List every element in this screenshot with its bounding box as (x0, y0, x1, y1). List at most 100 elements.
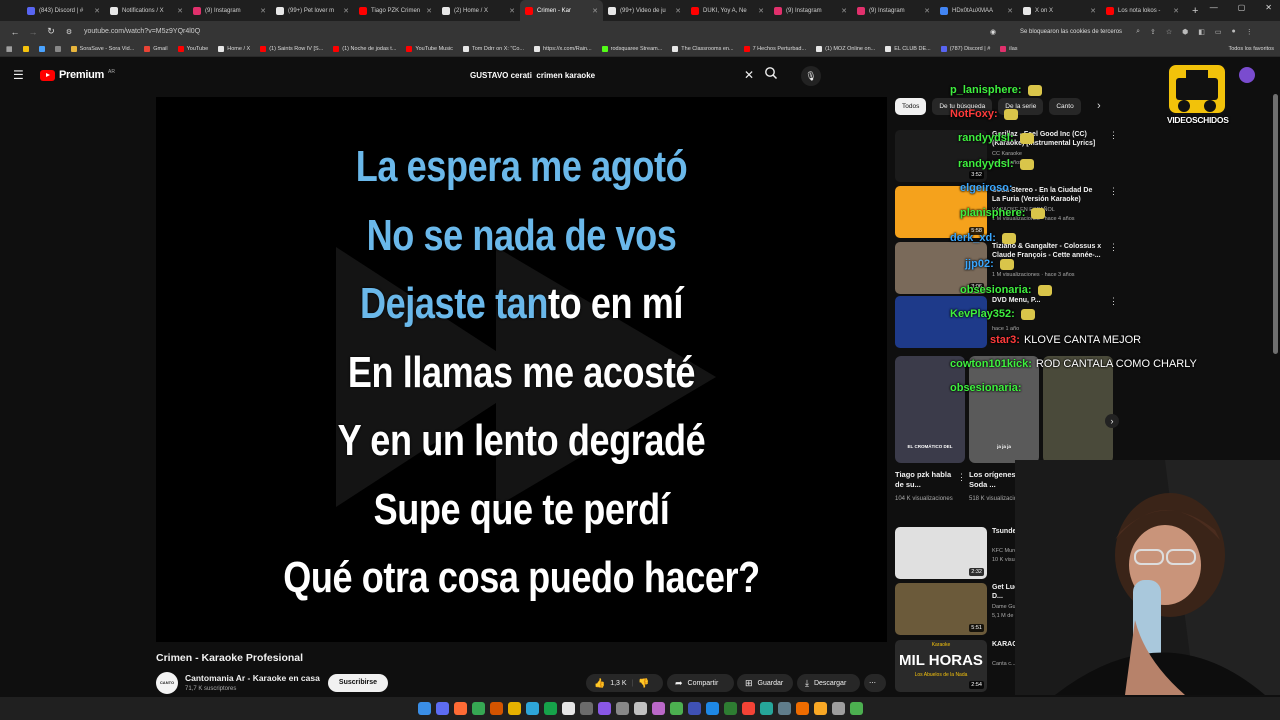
save-button[interactable]: ⊞ Guardar (737, 674, 793, 692)
site-info-icon[interactable]: ⚙ (60, 28, 78, 36)
taskbar-app-icon[interactable] (417, 702, 431, 715)
filter-chip[interactable]: Canto (1049, 98, 1081, 115)
taskbar-app-icon[interactable] (651, 702, 665, 715)
video-thumbnail[interactable]: 2:32 (895, 527, 987, 579)
like-icon[interactable]: 👍 (594, 678, 605, 689)
bookmark-item[interactable]: Gmail (144, 46, 168, 52)
bookmark-item[interactable]: Home / X (218, 46, 250, 52)
more-actions-icon[interactable]: ⋯ (864, 674, 886, 692)
bookmark-icon[interactable] (38, 46, 45, 52)
taskbar-app-icon[interactable] (543, 702, 557, 715)
bookmark-item[interactable]: (1) MOZ Online on... (816, 46, 875, 52)
video-player[interactable]: La espera me agotó No se nada de vos Dejas… (156, 97, 887, 642)
taskbar-app-icon[interactable] (795, 702, 809, 715)
apps-icon[interactable]: ▦ (6, 45, 13, 53)
profile-icon[interactable]: ● (1232, 28, 1236, 36)
browser-tab[interactable]: Notifications / X ✕ (105, 0, 188, 21)
channel-name[interactable]: Cantomania Ar - Karaoke en casa (185, 673, 320, 683)
taskbar-app-icon[interactable] (489, 702, 503, 715)
download-button[interactable]: ⤓ Descargar (797, 674, 860, 692)
bookmark-item[interactable]: 7 Hechos Perturbad... (743, 46, 806, 52)
more-options-icon[interactable]: ⋮ (1109, 296, 1118, 307)
taskbar-app-icon[interactable] (453, 702, 467, 715)
tab-close-icon[interactable]: ✕ (1173, 7, 1179, 15)
url-field[interactable]: youtube.com/watch?v=M5z9YQr4l0Q (84, 28, 984, 35)
taskbar-app-icon[interactable] (471, 702, 485, 715)
bookmark-item[interactable]: rodsquaree Stream... (601, 46, 662, 52)
taskbar-app-icon[interactable] (723, 702, 737, 715)
taskbar-app-icon[interactable] (813, 702, 827, 715)
minimize-icon[interactable]: — (1210, 3, 1218, 12)
browser-tab[interactable]: X on X ✕ (1018, 0, 1101, 21)
scrollbar[interactable] (1273, 94, 1278, 354)
all-bookmarks[interactable]: Todos los favoritos (1228, 46, 1274, 52)
bookmark-item[interactable]: (787) Discord | # (940, 46, 990, 52)
taskbar-app-icon[interactable] (597, 702, 611, 715)
browser-tab[interactable]: (843) Discord | # ✕ (22, 0, 105, 21)
tab-close-icon[interactable]: ✕ (758, 7, 764, 15)
taskbar-app-icon[interactable] (849, 702, 863, 715)
tab-close-icon[interactable]: ✕ (1007, 7, 1013, 15)
tab-close-icon[interactable]: ✕ (94, 7, 100, 15)
maximize-icon[interactable]: ▢ (1238, 3, 1246, 12)
browser-tab[interactable]: (9) Instagram ✕ (188, 0, 271, 21)
share-button[interactable]: ➦ Compartir (667, 674, 734, 692)
video-thumbnail[interactable]: Karaoke MIL HORAS Los Abuelos de la Nada 2:… (895, 640, 987, 692)
extensions-icon[interactable]: ◧ (1198, 28, 1205, 36)
more-options-icon[interactable]: ⋮ (1109, 130, 1118, 141)
browser-tab[interactable]: HDx0tAuXMAA ✕ (935, 0, 1018, 21)
taskbar-app-icon[interactable] (687, 702, 701, 715)
microphone-icon[interactable]: 🎙 (801, 66, 821, 86)
star-icon[interactable]: ☆ (1166, 28, 1172, 36)
chevron-right-icon[interactable]: › (1097, 100, 1101, 112)
browser-tab[interactable]: Los nota lokos - ✕ (1101, 0, 1184, 21)
taskbar-app-icon[interactable] (759, 702, 773, 715)
browser-tab[interactable]: (99+) Pet lover m ✕ (271, 0, 354, 21)
video-channel[interactable]: Canta c... (992, 661, 1016, 667)
taskbar-app-icon[interactable] (777, 702, 791, 715)
dislike-icon[interactable]: 👎 (638, 678, 649, 689)
video-thumbnail[interactable] (895, 296, 987, 348)
tab-close-icon[interactable]: ✕ (924, 7, 930, 15)
channel-avatar[interactable]: CANTO (156, 672, 178, 694)
tab-close-icon[interactable]: ✕ (675, 7, 681, 15)
tab-close-icon[interactable]: ✕ (592, 7, 598, 15)
taskbar-app-icon[interactable] (831, 702, 845, 715)
bookmark-item[interactable]: YouTube (177, 46, 208, 52)
close-icon[interactable]: ✕ (1265, 3, 1272, 12)
hamburger-menu-icon[interactable]: ☰ (13, 69, 25, 81)
taskbar-app-icon[interactable] (615, 702, 629, 715)
taskbar-app-icon[interactable] (741, 702, 755, 715)
browser-tab[interactable]: Tiago PZK Crimen ✕ (354, 0, 437, 21)
taskbar-app-icon[interactable] (525, 702, 539, 715)
bookmark-item[interactable]: ilas (1000, 46, 1018, 52)
bookmark-item[interactable]: (1) Saints Row IV [S... (260, 46, 323, 52)
avatar[interactable] (1239, 67, 1255, 83)
short-title[interactable]: Tiago pzk habla de su... (895, 470, 955, 490)
subscribe-button[interactable]: Suscribirse (328, 674, 388, 692)
more-options-icon[interactable]: ⋮ (1109, 242, 1118, 253)
video-channel[interactable]: CC Karaoke (992, 151, 1022, 157)
bookmark-icon[interactable] (22, 46, 29, 52)
browser-tab[interactable]: (2) Home / X ✕ (437, 0, 520, 21)
tab-close-icon[interactable]: ✕ (509, 7, 515, 15)
browser-tab[interactable]: DUKI, Yoy A, Ne ✕ (686, 0, 769, 21)
share-icon[interactable]: ⇪ (1150, 28, 1156, 36)
search-icon[interactable] (764, 66, 784, 86)
filter-chip[interactable]: Todos (895, 98, 927, 115)
tab-close-icon[interactable]: ✕ (177, 7, 183, 15)
tab-close-icon[interactable]: ✕ (841, 7, 847, 15)
more-options-icon[interactable]: ⋮ (957, 472, 966, 483)
youtube-logo[interactable]: Premium AR (40, 69, 115, 81)
taskbar-app-icon[interactable] (561, 702, 575, 715)
tab-close-icon[interactable]: ✕ (1090, 7, 1096, 15)
menu-icon[interactable]: ⋮ (1246, 28, 1253, 36)
browser-tab[interactable]: (99+) Video de ju ✕ (603, 0, 686, 21)
reload-icon[interactable]: ↻ (42, 26, 60, 37)
taskbar-app-icon[interactable] (507, 702, 521, 715)
taskbar-app-icon[interactable] (633, 702, 647, 715)
search-input[interactable] (460, 70, 744, 80)
zoom-icon[interactable]: ⌕ (1136, 28, 1140, 36)
like-count[interactable]: 1,3 K (610, 680, 626, 687)
browser-tab[interactable]: (9) Instagram ✕ (852, 0, 935, 21)
